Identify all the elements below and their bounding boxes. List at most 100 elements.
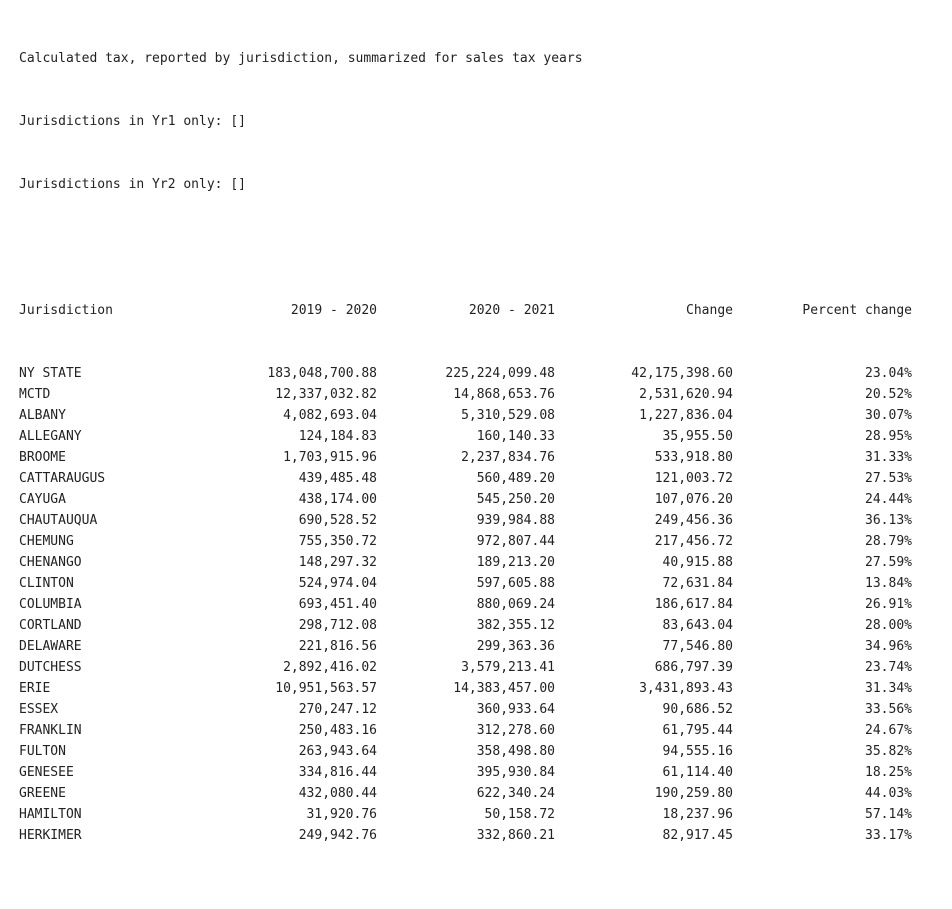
percent-change-cell: 24.44% bbox=[865, 492, 912, 507]
table-row: HAMILTON 31,920.76 50,158.72 18,237.96 57.14… bbox=[19, 804, 912, 825]
yr1-tax-cell: 755,350.72 bbox=[298, 534, 377, 549]
yr2-tax-cell: 312,278.60 bbox=[476, 723, 555, 738]
jurisdiction-cell: CORTLAND bbox=[19, 618, 82, 633]
yr2-tax-cell: 225,224,099.48 bbox=[445, 366, 555, 381]
yr2-tax-cell: 2,237,834.76 bbox=[461, 450, 555, 465]
jurisdiction-cell: ESSEX bbox=[19, 702, 59, 717]
yr1-tax-cell: 693,451.40 bbox=[298, 597, 377, 612]
yr2-tax-cell: 3,579,213.41 bbox=[461, 660, 555, 675]
table-row: FULTON 263,943.64 358,498.80 94,555.16 35.82… bbox=[19, 741, 912, 762]
percent-change-cell: 30.07% bbox=[865, 408, 912, 423]
change-cell: 42,175,398.60 bbox=[631, 366, 733, 381]
change-cell: 186,617.84 bbox=[654, 597, 733, 612]
table-row: CAYUGA 438,174.00 545,250.20 107,076.20 24.4… bbox=[19, 489, 912, 510]
column-header-change: Change bbox=[686, 303, 733, 318]
percent-change-cell: 31.33% bbox=[865, 450, 912, 465]
table-row: CORTLAND 298,712.08 382,355.12 83,643.04 28.… bbox=[19, 615, 912, 636]
change-cell: 121,003.72 bbox=[654, 471, 733, 486]
tax-table: Jurisdiction 2019 - 2020 2020 - 2021 Cha… bbox=[19, 258, 912, 888]
table-body: NY STATE 183,048,700.88 225,224,099.48 42,1… bbox=[19, 363, 912, 846]
column-header-percent-change: Percent change bbox=[802, 303, 912, 318]
table-row: HERKIMER 249,942.76 332,860.21 82,917.45 33.… bbox=[19, 825, 912, 846]
percent-change-cell: 35.82% bbox=[865, 744, 912, 759]
jurisdiction-cell: CHEMUNG bbox=[19, 534, 74, 549]
percent-change-cell: 31.34% bbox=[865, 681, 912, 696]
yr2-tax-cell: 880,069.24 bbox=[476, 597, 555, 612]
yr1-tax-cell: 263,943.64 bbox=[298, 744, 377, 759]
change-cell: 107,076.20 bbox=[654, 492, 733, 507]
jurisdiction-cell: CAYUGA bbox=[19, 492, 66, 507]
table-row: CHAUTAUQUA 690,528.52 939,984.88 249,456.36… bbox=[19, 510, 912, 531]
yr2-only-line: Jurisdictions in Yr2 only: [] bbox=[19, 177, 246, 192]
change-cell: 83,643.04 bbox=[662, 618, 733, 633]
table-row: CATTARAUGUS 439,485.48 560,489.20 121,003.7… bbox=[19, 468, 912, 489]
yr1-tax-cell: 2,892,416.02 bbox=[283, 660, 377, 675]
jurisdiction-cell: CHENANGO bbox=[19, 555, 82, 570]
yr1-tax-cell: 524,974.04 bbox=[298, 576, 377, 591]
yr1-tax-cell: 221,816.56 bbox=[298, 639, 377, 654]
table-row: CLINTON 524,974.04 597,605.88 72,631.84 13.8… bbox=[19, 573, 912, 594]
change-cell: 72,631.84 bbox=[662, 576, 733, 591]
percent-change-cell: 28.95% bbox=[865, 429, 912, 444]
percent-change-cell: 34.96% bbox=[865, 639, 912, 654]
yr1-tax-cell: 690,528.52 bbox=[298, 513, 377, 528]
percent-change-cell: 18.25% bbox=[865, 765, 912, 780]
table-row: FRANKLIN 250,483.16 312,278.60 61,795.44 24.… bbox=[19, 720, 912, 741]
percent-change-cell: 23.04% bbox=[865, 366, 912, 381]
yr1-tax-cell: 12,337,032.82 bbox=[275, 387, 377, 402]
change-cell: 61,114.40 bbox=[662, 765, 733, 780]
change-cell: 94,555.16 bbox=[662, 744, 733, 759]
jurisdiction-cell: CHAUTAUQUA bbox=[19, 513, 98, 528]
change-cell: 3,431,893.43 bbox=[639, 681, 733, 696]
yr1-tax-cell: 1,703,915.96 bbox=[283, 450, 377, 465]
yr2-tax-cell: 395,930.84 bbox=[476, 765, 555, 780]
jurisdiction-cell: DUTCHESS bbox=[19, 660, 82, 675]
percent-change-cell: 28.79% bbox=[865, 534, 912, 549]
percent-change-cell: 57.14% bbox=[865, 807, 912, 822]
column-header-jurisdiction: Jurisdiction bbox=[19, 303, 113, 318]
table-row: GREENE 432,080.44 622,340.24 190,259.80 44.0… bbox=[19, 783, 912, 804]
jurisdiction-cell: GENESEE bbox=[19, 765, 74, 780]
change-cell: 40,915.88 bbox=[662, 555, 733, 570]
jurisdiction-cell: NY STATE bbox=[19, 366, 82, 381]
table-row: ALLEGANY 124,184.83 160,140.33 35,955.50 28.… bbox=[19, 426, 912, 447]
change-cell: 2,531,620.94 bbox=[639, 387, 733, 402]
percent-change-cell: 27.53% bbox=[865, 471, 912, 486]
yr1-tax-cell: 432,080.44 bbox=[298, 786, 377, 801]
yr2-tax-cell: 597,605.88 bbox=[476, 576, 555, 591]
percent-change-cell: 44.03% bbox=[865, 786, 912, 801]
table-row: CHENANGO 148,297.32 189,213.20 40,915.88 27.… bbox=[19, 552, 912, 573]
yr2-tax-cell: 360,933.64 bbox=[476, 702, 555, 717]
jurisdiction-cell: MCTD bbox=[19, 387, 51, 402]
yr1-tax-cell: 298,712.08 bbox=[298, 618, 377, 633]
yr2-tax-cell: 622,340.24 bbox=[476, 786, 555, 801]
table-row: DELAWARE 221,816.56 299,363.36 77,546.80 34.… bbox=[19, 636, 912, 657]
yr1-tax-cell: 31,920.76 bbox=[306, 807, 377, 822]
jurisdiction-cell: HAMILTON bbox=[19, 807, 82, 822]
percent-change-cell: 36.13% bbox=[865, 513, 912, 528]
yr2-tax-cell: 332,860.21 bbox=[476, 828, 555, 843]
percent-change-cell: 24.67% bbox=[865, 723, 912, 738]
yr2-tax-cell: 382,355.12 bbox=[476, 618, 555, 633]
yr1-tax-cell: 10,951,563.57 bbox=[275, 681, 377, 696]
yr2-tax-cell: 972,807.44 bbox=[476, 534, 555, 549]
yr2-tax-cell: 5,310,529.08 bbox=[461, 408, 555, 423]
change-cell: 249,456.36 bbox=[654, 513, 733, 528]
change-cell: 217,456.72 bbox=[654, 534, 733, 549]
jurisdiction-cell: COLUMBIA bbox=[19, 597, 82, 612]
percent-change-cell: 13.84% bbox=[865, 576, 912, 591]
console-output: Calculated tax, reported by jurisdiction… bbox=[19, 6, 912, 909]
percent-change-cell: 28.00% bbox=[865, 618, 912, 633]
change-cell: 190,259.80 bbox=[654, 786, 733, 801]
jurisdiction-cell: CLINTON bbox=[19, 576, 74, 591]
jurisdiction-cell: FRANKLIN bbox=[19, 723, 82, 738]
table-row: ESSEX 270,247.12 360,933.64 90,686.52 33.56% bbox=[19, 699, 912, 720]
percent-change-cell: 26.91% bbox=[865, 597, 912, 612]
table-row: COLUMBIA 693,451.40 880,069.24 186,617.84 26… bbox=[19, 594, 912, 615]
jurisdiction-cell: CATTARAUGUS bbox=[19, 471, 106, 486]
table-header: Jurisdiction 2019 - 2020 2020 - 2021 Cha… bbox=[19, 300, 912, 321]
change-cell: 61,795.44 bbox=[662, 723, 733, 738]
jurisdiction-cell: ERIE bbox=[19, 681, 51, 696]
yr1-tax-cell: 334,816.44 bbox=[298, 765, 377, 780]
change-cell: 77,546.80 bbox=[662, 639, 733, 654]
